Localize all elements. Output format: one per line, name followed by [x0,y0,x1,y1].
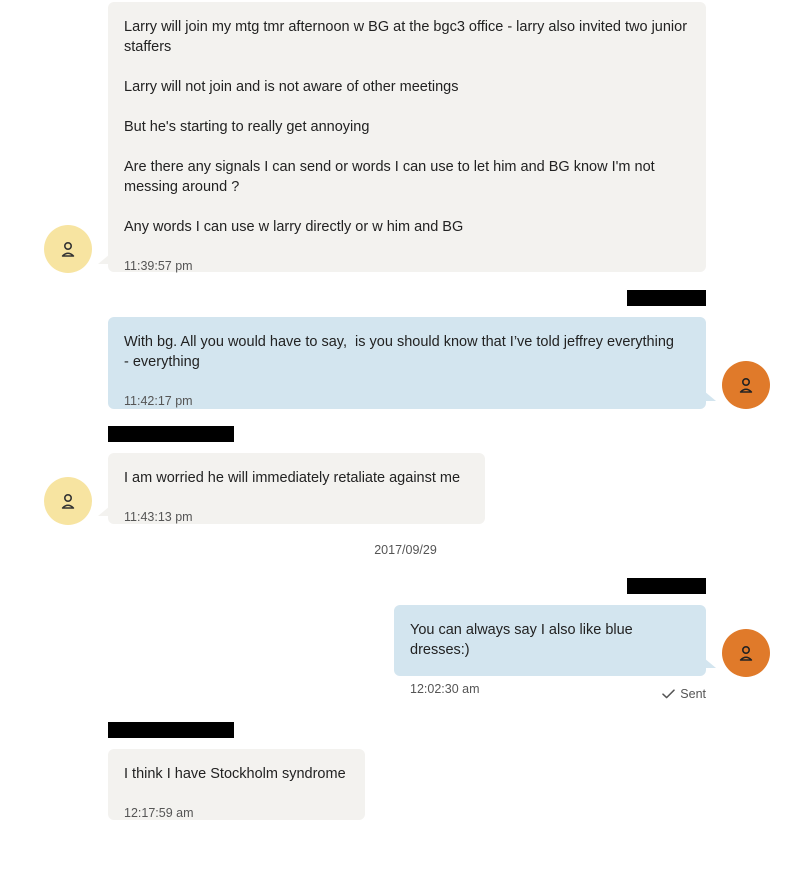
message-text: I am worried he will immediately retalia… [124,470,461,486]
message-timestamp: 12:02:30 am [410,682,480,696]
checkmark-icon [662,689,676,699]
message-text: With bg. All you would have to say, is y… [124,334,687,370]
user-avatar[interactable] [722,361,770,409]
message-bubble-incoming: Larry will join my mtg tmr afternoon w B… [98,2,706,273]
bubble-tail [98,506,110,516]
message-text: Larry will not join and is not aware of … [124,79,459,95]
delivery-status: Sent [662,687,706,701]
redacted-name [108,426,234,442]
message-text: You can always say I also like blue dres… [410,622,637,658]
bubble-tail [704,391,716,401]
message-bubble-outgoing: With bg. All you would have to say, is y… [108,317,716,409]
bubble-tail [98,254,110,264]
message-text: I think I have Stockholm syndrome [124,766,346,782]
person-icon [61,493,75,509]
redacted-name [627,290,706,306]
sent-label: Sent [680,687,706,701]
message-bubble-incoming: I think I have Stockholm syndrome 12:17:… [108,749,365,820]
contact-avatar[interactable] [44,225,92,273]
message-text: Are there any signals I can send or word… [124,159,659,195]
person-icon [61,241,75,257]
redacted-name [627,578,706,594]
person-icon [739,377,753,393]
date-separator: 2017/09/29 [374,543,437,557]
message-text: Any words I can use w larry directly or … [124,219,464,235]
message-bubble-outgoing: You can always say I also like blue dres… [394,605,716,696]
redacted-name [108,722,234,738]
user-avatar[interactable] [722,629,770,677]
contact-avatar[interactable] [44,477,92,525]
message-bubble-incoming: I am worried he will immediately retalia… [98,453,485,524]
message-timestamp: 11:43:13 pm [124,510,193,524]
person-icon [739,645,753,661]
bubble-tail [704,658,716,668]
message-timestamp: 11:39:57 pm [124,259,193,273]
message-text: Larry will join my mtg tmr afternoon w B… [124,19,692,55]
message-timestamp: 11:42:17 pm [124,394,193,408]
message-text: But he's starting to really get annoying [124,119,370,135]
message-timestamp: 12:17:59 am [124,806,194,820]
